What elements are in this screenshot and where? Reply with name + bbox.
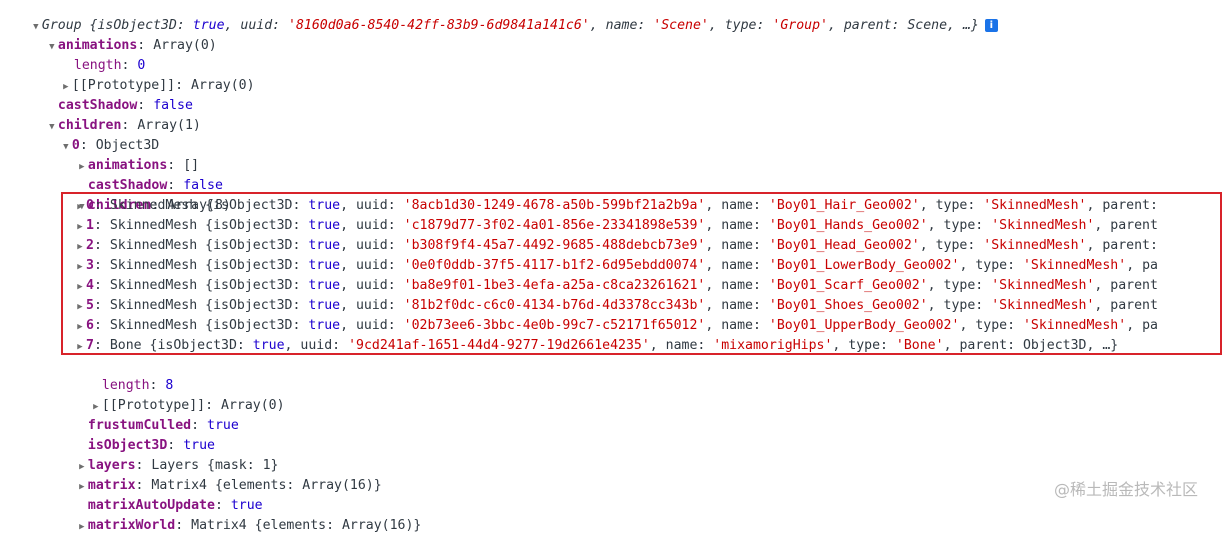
mesh-uuid: '9cd241af-1651-44d4-9277-19d2661e4235' [348, 338, 650, 353]
mesh-type: 'SkinnedMesh' [1022, 258, 1127, 273]
c0-children-length: length: 8 [101, 378, 174, 393]
mesh-row[interactable]: ▶ 2: SkinnedMesh {isObject3D: true, uuid:… [74, 236, 1158, 256]
mesh-name: 'Boy01_Hair_Geo002' [768, 198, 920, 213]
c0-prop-animations[interactable]: ▶ animations: [] [60, 136, 199, 173]
mesh-class: SkinnedMesh [109, 298, 198, 313]
expanded-triangle-icon[interactable]: ▼ [46, 37, 58, 57]
info-icon[interactable]: i [984, 19, 998, 32]
mesh-class: SkinnedMesh [109, 278, 198, 293]
mesh-row[interactable]: ▶ 7: Bone {isObject3D: true, uuid: '9cd24… [74, 336, 1118, 356]
mesh-class: SkinnedMesh [109, 238, 198, 253]
mesh-class: SkinnedMesh [109, 198, 198, 213]
mesh-class: Bone [109, 338, 142, 353]
mesh-name: 'Boy01_Hands_Geo002' [768, 218, 928, 233]
c0-prop-frustumCulled: frustumCulled: true [87, 418, 239, 433]
collapsed-triangle-icon[interactable]: ▶ [74, 217, 86, 237]
mesh-name: 'Boy01_LowerBody_Geo002' [768, 258, 960, 273]
mesh-index: 3 [86, 258, 94, 273]
mesh-uuid: '81b2f0dc-c6c0-4134-b76d-4d3378cc343b' [403, 298, 706, 313]
mesh-name: 'mixamorigHips' [713, 338, 833, 353]
mesh-name: 'Boy01_Head_Geo002' [768, 238, 920, 253]
c0-prop-layers[interactable]: ▶ layers: Layers {mask: 1} [60, 436, 278, 473]
mesh-name: 'Boy01_Scarf_Geo002' [768, 278, 928, 293]
mesh-type: 'SkinnedMesh' [983, 238, 1087, 253]
mesh-class: SkinnedMesh [109, 258, 198, 273]
mesh-row[interactable]: ▶ 0: SkinnedMesh {isObject3D: true, uuid:… [74, 196, 1158, 216]
prop-animations[interactable]: ▼ animations: Array(0) [30, 16, 217, 53]
mesh-name: 'Boy01_Shoes_Geo002' [768, 298, 928, 313]
mesh-index: 2 [86, 238, 94, 253]
collapsed-triangle-icon[interactable]: ▶ [74, 297, 86, 317]
mesh-index: 6 [86, 318, 94, 333]
mesh-index: 1 [86, 218, 94, 233]
collapsed-triangle-icon[interactable]: ▶ [74, 337, 86, 357]
collapsed-triangle-icon[interactable]: ▶ [76, 517, 88, 537]
mesh-uuid: '02b73ee6-3bbc-4e0b-99c7-c52171f65012' [403, 318, 706, 333]
mesh-row[interactable]: ▶ 5: SkinnedMesh {isObject3D: true, uuid:… [74, 296, 1158, 316]
mesh-index: 5 [86, 298, 94, 313]
prop-castShadow: castShadow: false [57, 98, 193, 113]
mesh-index: 7 [86, 338, 94, 353]
root-group-row[interactable]: ▼ Group {isObject3D: true, uuid: '8160d0a… [14, 0, 998, 33]
mesh-row[interactable]: ▶ 6: SkinnedMesh {isObject3D: true, uuid:… [74, 316, 1158, 336]
mesh-uuid: '8acb1d30-1249-4678-a50b-599bf21a2b9a' [403, 198, 706, 213]
collapsed-triangle-icon[interactable]: ▶ [74, 197, 86, 217]
mesh-uuid: 'c1879d77-3f02-4a01-856e-23341898e539' [403, 218, 706, 233]
mesh-class: SkinnedMesh [109, 218, 198, 233]
c0-prop-matrixAutoUpdate: matrixAutoUpdate: true [87, 498, 263, 513]
mesh-index: 0 [86, 198, 94, 213]
mesh-type: 'SkinnedMesh' [991, 218, 1095, 233]
c0-prop-isObject3D: isObject3D: true [87, 438, 215, 453]
c0-prop-matrix[interactable]: ▶ matrix: Matrix4 {elements: Array(16)} [60, 456, 382, 493]
c0-prop-children[interactable]: ▼ children: Array(8) [60, 176, 231, 213]
mesh-uuid: 'ba8e9f01-1be3-4efa-a25a-c8ca23261621' [403, 278, 706, 293]
collapsed-triangle-icon[interactable]: ▶ [74, 317, 86, 337]
mesh-type: 'SkinnedMesh' [1022, 318, 1127, 333]
mesh-type: 'Bone' [895, 338, 944, 353]
mesh-uuid: '0e0f0ddb-37f5-4117-b1f2-6d95ebdd0074' [403, 258, 706, 273]
c0-prop-castShadow: castShadow: false [87, 178, 223, 193]
mesh-name: 'Boy01_UpperBody_Geo002' [768, 318, 960, 333]
collapsed-triangle-icon[interactable]: ▶ [74, 257, 86, 277]
mesh-row[interactable]: ▶ 1: SkinnedMesh {isObject3D: true, uuid:… [74, 216, 1158, 236]
c0-prop-matrixWorld[interactable]: ▶ matrixWorld: Matrix4 {elements: Array(1… [60, 496, 421, 533]
mesh-uuid: 'b308f9f4-45a7-4492-9685-488debcb73e9' [403, 238, 706, 253]
mesh-type: 'SkinnedMesh' [991, 298, 1095, 313]
mesh-class: SkinnedMesh [109, 318, 198, 333]
watermark: @稀土掘金技术社区 [1054, 480, 1199, 499]
collapsed-triangle-icon[interactable]: ▶ [74, 237, 86, 257]
prop-animations-length: length: 0 [73, 58, 146, 73]
mesh-type: 'SkinnedMesh' [983, 198, 1087, 213]
c0-children-prototype[interactable]: ▶ [[Prototype]]: Array(0) [74, 376, 284, 413]
collapsed-triangle-icon[interactable]: ▶ [74, 277, 86, 297]
mesh-row[interactable]: ▶ 3: SkinnedMesh {isObject3D: true, uuid:… [74, 256, 1158, 276]
prop-children[interactable]: ▼ children: Array(1) [30, 96, 201, 133]
mesh-index: 4 [86, 278, 94, 293]
mesh-row[interactable]: ▶ 4: SkinnedMesh {isObject3D: true, uuid:… [74, 276, 1158, 296]
child-0-object3d[interactable]: ▼ 0: Object3D [44, 116, 159, 153]
prop-animations-prototype[interactable]: ▶ [[Prototype]]: Array(0) [44, 56, 254, 93]
mesh-type: 'SkinnedMesh' [991, 278, 1095, 293]
